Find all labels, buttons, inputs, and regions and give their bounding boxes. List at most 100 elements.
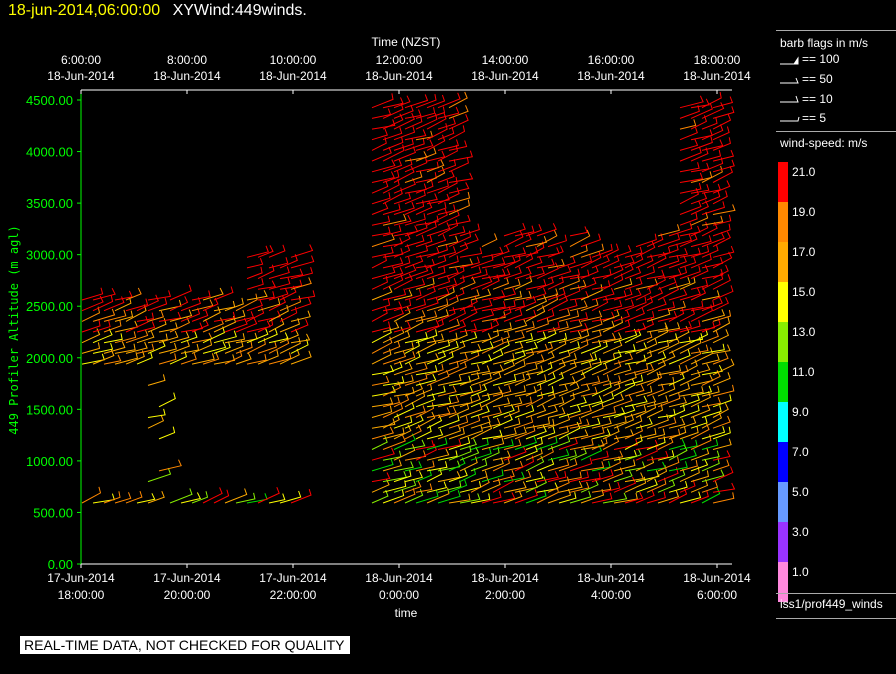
wind-barb	[437, 92, 461, 109]
quality-notice: REAL-TIME DATA, NOT CHECKED FOR QUALITY	[20, 636, 351, 654]
wind-barb	[536, 288, 559, 301]
wind-barb	[448, 445, 472, 461]
wind-barb	[448, 385, 474, 397]
wind-barb	[613, 394, 633, 408]
wind-barb	[503, 341, 524, 354]
wind-barb	[448, 427, 465, 440]
wind-barb	[81, 342, 101, 354]
wind-barb	[569, 244, 588, 258]
wind-barb	[690, 253, 712, 269]
wind-barb	[712, 180, 731, 194]
wind-barb	[246, 493, 268, 504]
wind-barb	[470, 438, 489, 450]
data-source-label: iss1/prof449_winds	[780, 597, 883, 611]
wind-barb	[404, 94, 429, 109]
wind-barb	[415, 215, 439, 226]
wind-barb	[690, 129, 713, 141]
wind-barb	[525, 343, 549, 354]
wind-barb	[690, 344, 709, 354]
wind-barb	[268, 266, 290, 280]
wind-barb	[147, 310, 165, 322]
wind-barb	[437, 385, 457, 397]
wind-barb	[459, 306, 478, 322]
wind-barb	[415, 161, 439, 173]
wind-barb	[492, 492, 516, 504]
wind-barb	[404, 213, 426, 226]
wind-barb	[624, 363, 649, 376]
wind-barb	[712, 344, 731, 354]
wind-barb	[679, 146, 702, 162]
wind-barb	[701, 487, 721, 504]
y-axis-title: 449 Profiler Altitude (m agl)	[7, 225, 21, 435]
wind-barb	[591, 450, 609, 461]
wind-barb	[690, 321, 716, 333]
wind-barb	[712, 384, 735, 397]
wind-barb	[202, 287, 224, 301]
wind-barb	[525, 279, 547, 290]
colorbar-label: 19.0	[792, 205, 816, 219]
colorbar-label: 13.0	[792, 325, 816, 339]
top-axis-title: Time (NZST)	[372, 35, 441, 49]
wind-barb	[492, 245, 510, 258]
wind-barb	[382, 187, 403, 205]
wind-barb	[690, 347, 714, 365]
wind-barb	[481, 337, 504, 354]
wind-barb	[459, 323, 477, 333]
wind-barb	[371, 171, 395, 183]
wind-barb	[514, 436, 538, 450]
wind-barb	[525, 331, 547, 344]
bottom-tick-date: 17-Jun-2014	[153, 571, 221, 585]
wind-barb	[246, 306, 265, 322]
wind-barb	[558, 330, 582, 344]
wind-barb	[371, 298, 391, 312]
top-tick-time: 18:00:00	[694, 53, 741, 67]
wind-barb	[404, 450, 427, 461]
wind-barb	[679, 287, 701, 301]
wind-barb	[514, 415, 534, 429]
wind-barb	[371, 108, 392, 119]
wind-barb	[147, 290, 172, 301]
y-tick-label: 2500.00	[26, 299, 73, 314]
wind-barb	[470, 268, 488, 280]
wind-barb	[679, 162, 700, 173]
wind-profile-chart: 0.00 500.00 1000.00 1500.00 2000.00 2500.00 30…	[7, 35, 751, 620]
colorbar-swatch	[778, 282, 788, 322]
wind-barb	[558, 284, 581, 301]
wind-barb	[492, 397, 511, 408]
wind-barb	[536, 223, 557, 237]
wind-barb	[448, 225, 466, 237]
wind-barb	[81, 353, 105, 365]
wind-barb	[503, 308, 523, 322]
wind-barb	[371, 93, 394, 109]
y-tick-label: 4000.00	[26, 145, 73, 160]
wind-barb	[81, 486, 102, 504]
wind-barb	[103, 319, 122, 333]
wind-barb	[426, 397, 452, 408]
wind-barb	[470, 383, 488, 397]
wind-barb	[158, 322, 178, 333]
wind-barb	[591, 311, 615, 322]
wind-barb	[712, 394, 732, 408]
wind-barb	[503, 445, 527, 461]
wind-barb	[426, 180, 449, 194]
wind-barb	[536, 293, 559, 312]
wind-barb	[690, 363, 711, 376]
wind-barb	[613, 245, 632, 258]
top-tick-time: 16:00:00	[588, 53, 635, 67]
wind-barb	[580, 402, 604, 418]
wind-barb	[459, 364, 481, 376]
wind-barb	[404, 183, 427, 194]
wind-barb	[613, 450, 638, 461]
wind-barb	[569, 457, 593, 472]
wind-barb	[246, 245, 269, 258]
wind-barb	[371, 405, 393, 418]
wind-barb	[701, 124, 724, 141]
y-tick-label: 0.00	[48, 557, 73, 572]
bottom-axis-title: time	[395, 606, 418, 620]
wind-barb	[235, 332, 258, 344]
wind-barb	[136, 351, 153, 365]
bottom-tick-time: 18:00:00	[58, 588, 105, 602]
wind-barb	[268, 244, 286, 258]
wind-barb	[701, 165, 723, 183]
wind-barb	[503, 290, 522, 301]
